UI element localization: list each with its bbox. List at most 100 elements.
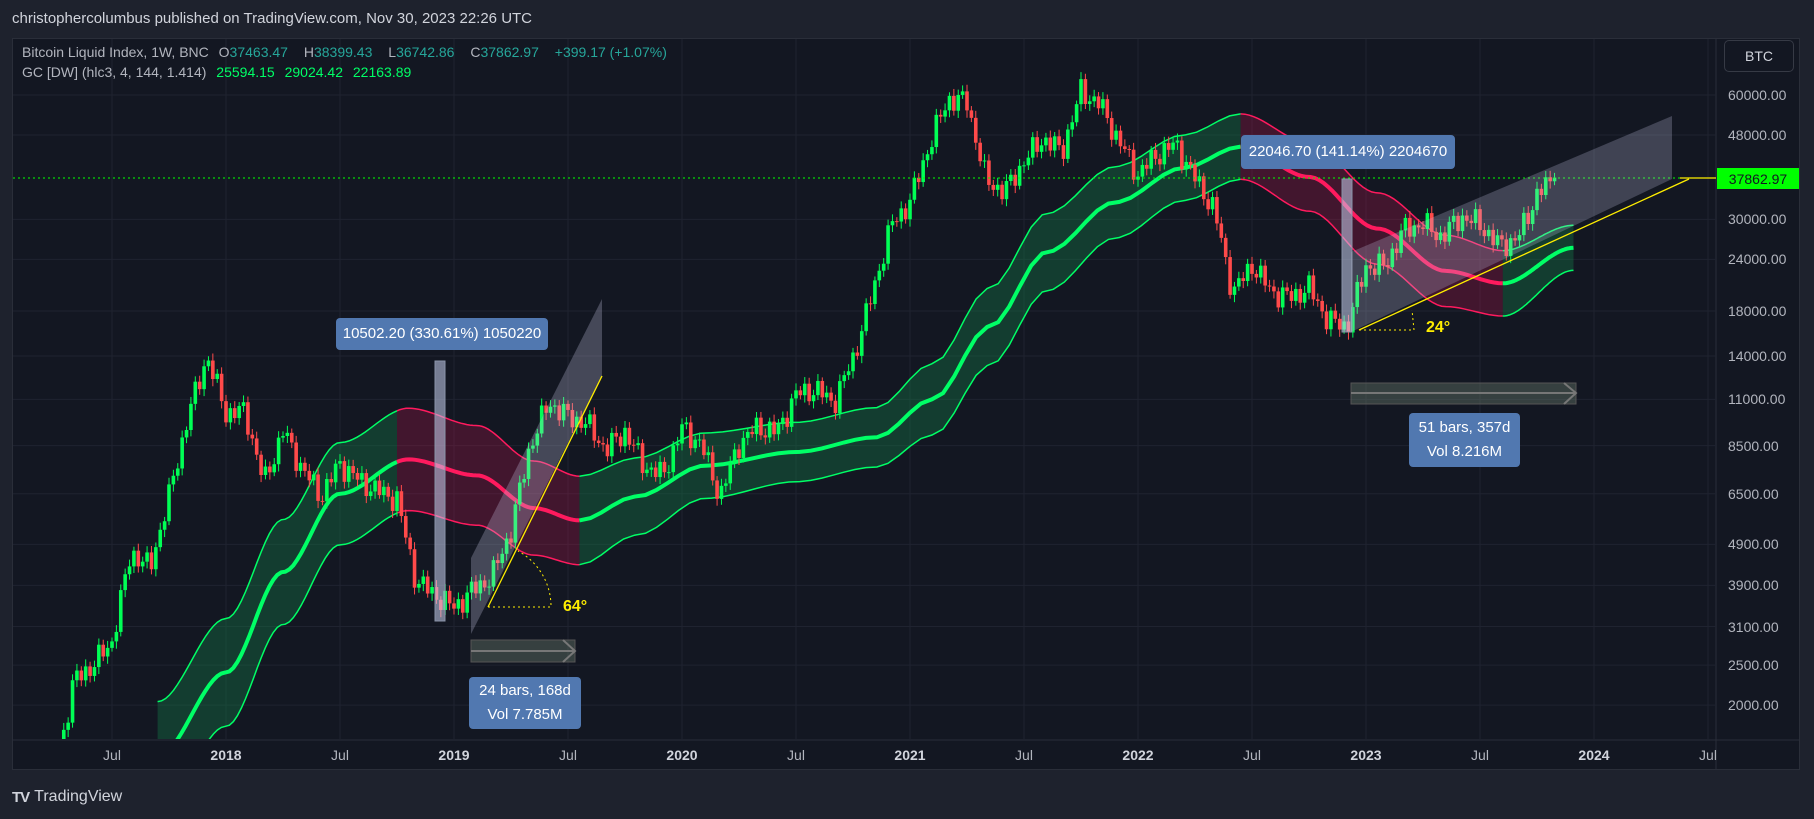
candle-body (320, 500, 325, 502)
candle-body (938, 114, 943, 117)
candle-body (123, 574, 127, 591)
volume: Vol 8.216M (1426, 443, 1503, 460)
indicator-value-lower: 22163.89 (352, 64, 412, 80)
indicator-name[interactable]: GC [DW] (hlc3, 4, 144, 1.414) (22, 64, 206, 80)
candle-body (447, 590, 452, 604)
candle-body (842, 375, 847, 382)
candle-body (338, 461, 342, 464)
candle-body (833, 400, 838, 414)
candle-body (1057, 136, 1061, 146)
candle-body (425, 576, 430, 594)
bars-count: 24 bars, 168d (479, 682, 571, 699)
candle-body (934, 114, 939, 148)
candle-body (399, 491, 404, 517)
time-tick-label: Jul (1471, 747, 1489, 763)
candle-body (855, 352, 860, 356)
candle-body (268, 466, 272, 473)
candle-body (1245, 263, 1250, 282)
candle-body (162, 521, 167, 530)
candle-body (1320, 300, 1324, 312)
candle-body (706, 452, 711, 456)
candle-body (640, 443, 645, 474)
candle-body (978, 142, 982, 162)
candle-body (614, 432, 619, 437)
candle-body (1153, 149, 1158, 159)
candle-body (1158, 158, 1162, 165)
time-tick-label: Jul (559, 747, 577, 763)
tv-logo-icon: TV (12, 788, 30, 806)
candle-body (412, 549, 417, 588)
time-tick-label: Jul (331, 747, 349, 763)
candle-body (101, 644, 106, 657)
candle-body (368, 491, 373, 497)
symbol-name[interactable]: Bitcoin Liquid Index, 1W, BNC (22, 44, 209, 60)
candle-body (864, 303, 868, 332)
candle-body (254, 438, 259, 455)
candle-body (430, 587, 434, 594)
candle-body (403, 516, 408, 538)
time-tick-label: 2023 (1350, 747, 1382, 763)
candle-body (960, 91, 965, 95)
candle-body (171, 475, 176, 485)
candle-body (149, 552, 154, 570)
candle-body (1329, 310, 1333, 330)
candle-body (364, 473, 369, 497)
price-range-bar-2[interactable] (1341, 178, 1353, 333)
candle-body (675, 443, 680, 446)
candle-body (351, 466, 355, 474)
candle-body (956, 94, 961, 111)
candle-body (110, 641, 114, 648)
ohlc-low: L36742.86 (388, 44, 455, 60)
indicator-value-upper: 29024.42 (284, 64, 343, 80)
candle-body (824, 392, 829, 398)
ohlc-close: C37862.97 (470, 44, 539, 60)
indicator-value-mid: 25594.15 (216, 64, 275, 80)
band-fill-bullish (157, 410, 397, 739)
candle-body (1241, 278, 1246, 282)
candle-body (1079, 79, 1083, 105)
volume: Vol 7.785M (487, 706, 563, 723)
candle-body (1215, 197, 1219, 224)
candle-body (1263, 265, 1267, 286)
candle-body (886, 225, 890, 264)
price-tick-label: 48000.00 (1728, 127, 1787, 143)
candle-body (908, 199, 912, 220)
candle-body (1070, 122, 1075, 130)
tradingview-logo[interactable]: TV TradingView (12, 788, 122, 806)
candle-body (167, 484, 171, 522)
price-chart[interactable] (0, 0, 1814, 819)
candle-body (118, 590, 123, 632)
candle-body (377, 480, 382, 496)
candle-body (1044, 137, 1048, 146)
candle-body (1083, 79, 1088, 105)
candle-body (197, 381, 202, 390)
price-tick-label: 11000.00 (1728, 391, 1786, 408)
candle-body (70, 680, 75, 723)
candle-body (741, 437, 746, 458)
candle-body (785, 417, 790, 427)
candle-body (303, 462, 307, 471)
candle-body (1101, 99, 1105, 109)
candle-body (224, 401, 228, 423)
candle-body (360, 473, 364, 480)
candle-body (276, 437, 281, 465)
candle-body (868, 303, 873, 305)
candle-body (382, 486, 386, 496)
candle-body (154, 547, 158, 570)
currency-button[interactable]: BTC (1724, 40, 1794, 72)
candle-body (776, 424, 781, 435)
candle-body (592, 414, 597, 441)
candle-body (1087, 101, 1092, 105)
price-range-bar-1[interactable] (434, 360, 446, 622)
price-tick-label: 2500.00 (1728, 657, 1779, 674)
candle-body (947, 95, 952, 111)
candle-body (259, 454, 263, 475)
candle-body (456, 599, 461, 609)
price-tick-label: 30000.00 (1728, 211, 1787, 228)
candle-body (232, 408, 237, 419)
candle-body (715, 480, 719, 499)
candle-body (627, 427, 632, 445)
candle-body (1123, 146, 1127, 149)
candle-body (228, 408, 233, 423)
candle-body (1298, 288, 1303, 303)
